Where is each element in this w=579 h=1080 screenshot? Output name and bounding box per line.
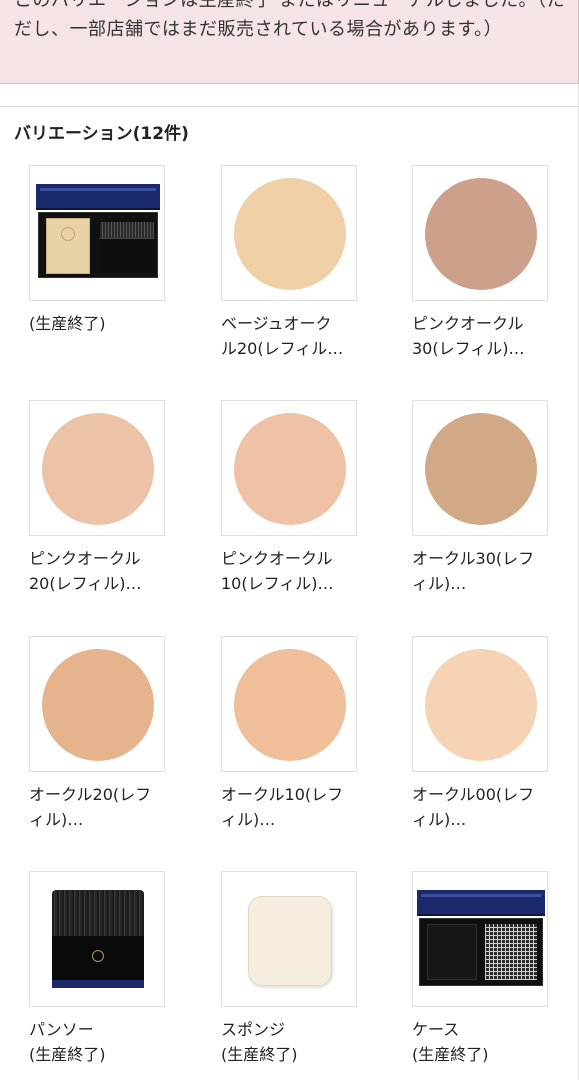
variation-label-line2: ィル)… (221, 810, 276, 829)
variation-thumbnail[interactable] (221, 871, 357, 1007)
variation-label-line2: ィル)… (412, 574, 467, 593)
variation-label[interactable]: オークル30(レフ ィル)… (412, 546, 552, 596)
color-swatch (42, 413, 154, 525)
variation-label-line1: オークル30(レフ (412, 549, 535, 568)
section-divider (0, 106, 579, 107)
variation-label-line2: (生産終了) (221, 1045, 298, 1064)
color-swatch (234, 413, 346, 525)
variation-thumbnail[interactable] (29, 636, 165, 772)
color-swatch (42, 649, 154, 761)
variation-thumbnail[interactable] (221, 400, 357, 536)
sponge-image (248, 896, 332, 986)
variation-label-line1: ピンクオークル (221, 549, 333, 568)
variation-thumbnail[interactable] (29, 871, 165, 1007)
variation-label-line2: ル20(レフィル… (221, 339, 344, 358)
variation-label-line2: (生産終了) (29, 1045, 106, 1064)
variation-label-line1: ベージュオーク (221, 314, 332, 333)
variation-label[interactable]: ベージュオーク ル20(レフィル… (221, 311, 361, 361)
variation-label[interactable]: オークル10(レフ ィル)… (221, 782, 361, 832)
variation-label-line1: オークル10(レフ (221, 785, 344, 804)
discontinued-notice: このバリエーションは生産終了 またはリニューアルしました。（ただし、一部店舗では… (0, 0, 579, 84)
color-swatch (425, 649, 537, 761)
variation-label[interactable]: ピンクオークル 30(レフィル)… (412, 311, 552, 361)
variation-label-line2: 10(レフィル)… (221, 574, 334, 593)
variation-label[interactable]: オークル20(レフ ィル)… (29, 782, 169, 832)
variation-label[interactable]: ケース (生産終了) (412, 1017, 552, 1067)
variation-label-line1: ケース (412, 1020, 460, 1039)
variation-label-line1: ピンクオークル (412, 314, 524, 333)
color-swatch (234, 649, 346, 761)
variation-label-line2: 30(レフィル)… (412, 339, 525, 358)
notice-text: このバリエーションは生産終了 またはリニューアルしました。（ただし、一部店舗では… (14, 0, 565, 40)
brush-image (52, 890, 144, 990)
variation-label-line1: ピンクオークル (29, 549, 141, 568)
variation-thumbnail[interactable] (412, 871, 548, 1007)
variation-label-line2: ィル)… (29, 810, 84, 829)
color-swatch (234, 178, 346, 290)
variation-label-line2: 20(レフィル)… (29, 574, 142, 593)
variations-heading: バリエーション(12件) (14, 124, 189, 144)
variation-thumbnail[interactable] (412, 636, 548, 772)
variation-label-line1: パンソー (29, 1020, 94, 1039)
empty-case-image (417, 890, 545, 988)
color-swatch (425, 413, 537, 525)
variation-label-line1: オークル00(レフ (412, 785, 535, 804)
variation-label-line2: ィル)… (412, 810, 467, 829)
color-swatch (425, 178, 537, 290)
variation-thumbnail[interactable] (412, 400, 548, 536)
compact-case-image (36, 184, 160, 280)
variation-thumbnail[interactable] (221, 165, 357, 301)
variation-label[interactable]: ピンクオークル 10(レフィル)… (221, 546, 361, 596)
variation-label[interactable]: オークル00(レフ ィル)… (412, 782, 552, 832)
variation-label[interactable]: パンソー (生産終了) (29, 1017, 169, 1067)
variation-label-line2: (生産終了) (412, 1045, 489, 1064)
variation-label-line1: (生産終了) (29, 314, 106, 333)
variation-label[interactable]: ピンクオークル 20(レフィル)… (29, 546, 169, 596)
variation-label[interactable]: (生産終了) (29, 311, 169, 336)
variation-label[interactable]: スポンジ (生産終了) (221, 1017, 361, 1067)
variation-label-line1: スポンジ (221, 1020, 286, 1039)
variation-thumbnail[interactable] (412, 165, 548, 301)
variation-thumbnail[interactable] (29, 400, 165, 536)
variation-label-line1: オークル20(レフ (29, 785, 152, 804)
variation-thumbnail[interactable] (221, 636, 357, 772)
variation-thumbnail[interactable] (29, 165, 165, 301)
